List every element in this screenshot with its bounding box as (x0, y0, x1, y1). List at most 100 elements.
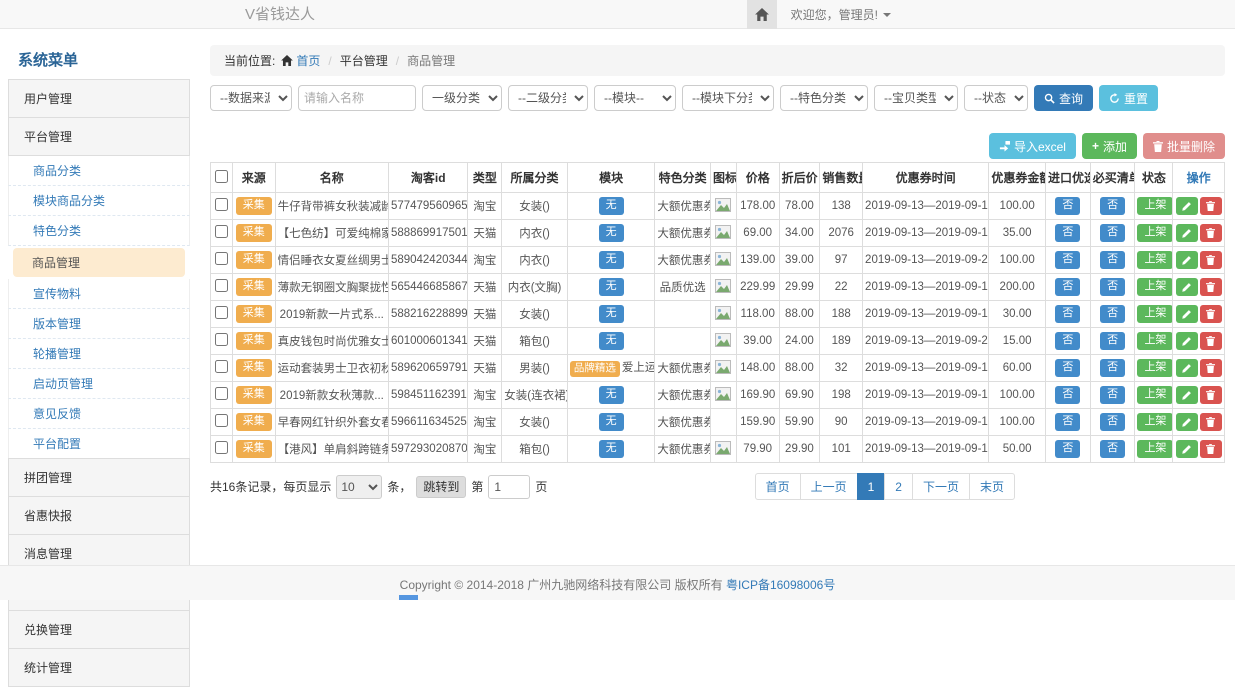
imported-toggle-badge[interactable]: 否 (1055, 278, 1080, 296)
delete-row-button[interactable] (1200, 251, 1222, 269)
module-none-badge[interactable]: 无 (599, 224, 624, 242)
status-badge[interactable]: 上架 (1137, 386, 1172, 404)
row-checkbox[interactable] (215, 279, 228, 292)
delete-row-button[interactable] (1200, 197, 1222, 215)
scrollbar-thumb-fragment[interactable] (399, 595, 418, 600)
module-none-badge[interactable]: 无 (599, 440, 624, 458)
icp-link[interactable]: 粤ICP备16098006号 (726, 578, 835, 592)
imported-toggle-badge[interactable]: 否 (1055, 305, 1080, 323)
item-type-select[interactable]: --宝贝类型-- (874, 85, 958, 111)
must-buy-toggle-badge[interactable]: 否 (1100, 413, 1125, 431)
delete-row-button[interactable] (1200, 278, 1222, 296)
delete-row-button[interactable] (1200, 305, 1222, 323)
add-button[interactable]: + 添加 (1082, 133, 1137, 159)
sidebar-group-item[interactable]: 平台管理 (8, 117, 190, 156)
delete-row-button[interactable] (1200, 332, 1222, 350)
page-button-末页[interactable]: 末页 (969, 473, 1015, 500)
jump-page-input[interactable] (488, 475, 530, 499)
must-buy-toggle-badge[interactable]: 否 (1100, 332, 1125, 350)
delete-row-button[interactable] (1200, 386, 1222, 404)
sidebar-sub-item[interactable]: 商品管理 (13, 248, 185, 277)
delete-row-button[interactable] (1200, 224, 1222, 242)
sidebar-sub-item[interactable]: 模块商品分类 (8, 186, 190, 216)
batch-delete-button[interactable]: 批量删除 (1143, 133, 1225, 159)
status-badge[interactable]: 上架 (1137, 278, 1172, 296)
status-badge[interactable]: 上架 (1137, 197, 1172, 215)
delete-row-button[interactable] (1200, 440, 1222, 458)
delete-row-button[interactable] (1200, 359, 1222, 377)
sidebar-sub-item[interactable]: 宣传物料 (8, 279, 190, 309)
sidebar-group-item[interactable]: 统计管理 (8, 648, 190, 687)
module-none-badge[interactable]: 无 (599, 413, 624, 431)
imported-toggle-badge[interactable]: 否 (1055, 197, 1080, 215)
status-badge[interactable]: 上架 (1137, 305, 1172, 323)
imported-toggle-badge[interactable]: 否 (1055, 359, 1080, 377)
status-select[interactable]: --状态-- (964, 85, 1028, 111)
must-buy-toggle-badge[interactable]: 否 (1100, 251, 1125, 269)
sidebar-sub-item[interactable]: 特色分类 (8, 216, 190, 246)
module-none-badge[interactable]: 无 (599, 197, 624, 215)
must-buy-toggle-badge[interactable]: 否 (1100, 197, 1125, 215)
sidebar-group-item[interactable]: 用户管理 (8, 79, 190, 118)
row-checkbox[interactable] (215, 414, 228, 427)
jump-to-button[interactable]: 跳转到 (416, 476, 466, 498)
row-checkbox[interactable] (215, 441, 228, 454)
level1-category-select[interactable]: 一级分类 (422, 85, 502, 111)
row-checkbox[interactable] (215, 225, 228, 238)
page-button-上一页[interactable]: 上一页 (800, 473, 858, 500)
row-checkbox[interactable] (215, 387, 228, 400)
select-all-checkbox[interactable] (215, 170, 228, 183)
module-subcategory-select[interactable]: --模块下分类-- (682, 85, 774, 111)
edit-row-button[interactable] (1176, 332, 1198, 350)
imported-toggle-badge[interactable]: 否 (1055, 332, 1080, 350)
status-badge[interactable]: 上架 (1137, 359, 1172, 377)
data-source-select[interactable]: --数据来源-- (210, 85, 292, 111)
must-buy-toggle-badge[interactable]: 否 (1100, 305, 1125, 323)
search-button[interactable]: 查询 (1034, 85, 1093, 111)
sidebar-sub-item[interactable]: 平台配置 (8, 429, 190, 459)
imported-toggle-badge[interactable]: 否 (1055, 440, 1080, 458)
imported-toggle-badge[interactable]: 否 (1055, 224, 1080, 242)
module-none-badge[interactable]: 无 (599, 386, 624, 404)
module-none-badge[interactable]: 无 (599, 305, 624, 323)
user-menu[interactable]: 欢迎您，管理员! (777, 0, 905, 29)
sidebar-group-item[interactable]: 省惠快报 (8, 496, 190, 535)
reset-button[interactable]: 重置 (1099, 85, 1158, 111)
edit-row-button[interactable] (1176, 413, 1198, 431)
imported-toggle-badge[interactable]: 否 (1055, 251, 1080, 269)
page-button-首页[interactable]: 首页 (755, 473, 801, 500)
row-checkbox[interactable] (215, 360, 228, 373)
status-badge[interactable]: 上架 (1137, 413, 1172, 431)
edit-row-button[interactable] (1176, 305, 1198, 323)
row-checkbox[interactable] (215, 333, 228, 346)
level2-category-select[interactable]: --二级分类-- (508, 85, 588, 111)
imported-toggle-badge[interactable]: 否 (1055, 413, 1080, 431)
module-select[interactable]: --模块-- (594, 85, 676, 111)
page-button-1[interactable]: 1 (857, 473, 886, 500)
module-none-badge[interactable]: 无 (599, 332, 624, 350)
page-size-select[interactable]: 10 (336, 475, 382, 499)
module-badge[interactable]: 品牌精选 (570, 361, 620, 376)
sidebar-sub-item[interactable]: 商品分类 (8, 156, 190, 186)
edit-row-button[interactable] (1176, 440, 1198, 458)
name-search-input[interactable] (298, 85, 416, 111)
status-badge[interactable]: 上架 (1137, 224, 1172, 242)
edit-row-button[interactable] (1176, 359, 1198, 377)
row-checkbox[interactable] (215, 252, 228, 265)
sidebar-sub-item[interactable]: 轮播管理 (8, 339, 190, 369)
feature-category-select[interactable]: --特色分类-- (780, 85, 868, 111)
sidebar-sub-item[interactable]: 意见反馈 (8, 399, 190, 429)
must-buy-toggle-badge[interactable]: 否 (1100, 359, 1125, 377)
edit-row-button[interactable] (1176, 224, 1198, 242)
edit-row-button[interactable] (1176, 386, 1198, 404)
must-buy-toggle-badge[interactable]: 否 (1100, 386, 1125, 404)
sidebar-sub-item[interactable]: 启动页管理 (8, 369, 190, 399)
edit-row-button[interactable] (1176, 251, 1198, 269)
delete-row-button[interactable] (1200, 413, 1222, 431)
edit-row-button[interactable] (1176, 278, 1198, 296)
status-badge[interactable]: 上架 (1137, 251, 1172, 269)
must-buy-toggle-badge[interactable]: 否 (1100, 440, 1125, 458)
must-buy-toggle-badge[interactable]: 否 (1100, 224, 1125, 242)
sidebar-sub-item[interactable]: 版本管理 (8, 309, 190, 339)
row-checkbox[interactable] (215, 306, 228, 319)
